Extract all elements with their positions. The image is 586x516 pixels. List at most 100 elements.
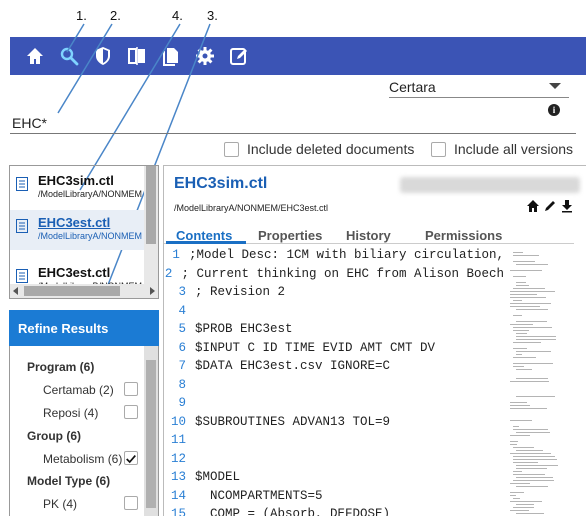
callout-number-1: 1.: [76, 8, 87, 23]
minimap-line: [513, 429, 548, 430]
code-line: 4: [164, 304, 504, 323]
scrollbar-thumb[interactable]: [146, 166, 156, 244]
search-input[interactable]: [10, 112, 576, 134]
edit-button[interactable]: [222, 39, 256, 73]
scrollbar-thumb[interactable]: [24, 286, 120, 296]
minimap-line: [510, 291, 555, 292]
line-number: 5: [178, 322, 186, 336]
minimap-line: [513, 288, 545, 289]
include-versions-label: Include all versions: [454, 141, 574, 157]
facet-checkbox-metabolism[interactable]: [124, 451, 138, 465]
minimap-line: [510, 495, 516, 496]
callout-number-2: 2.: [110, 8, 121, 23]
code-minimap[interactable]: [506, 248, 576, 516]
document-date-blurred: [400, 177, 580, 193]
line-content: $SUBROUTINES ADVAN13 TOL=9: [195, 414, 391, 429]
minimap-line: [510, 435, 530, 436]
minimap-line: [510, 492, 524, 493]
minimap-line: [513, 459, 557, 460]
minimap-line: [513, 426, 519, 427]
facet-group-model-type: Model Type (6): [27, 474, 111, 488]
code-line: 6 $INPUT C ID TIME EVID AMT CMT DV: [164, 341, 504, 360]
scroll-right-icon[interactable]: [150, 287, 155, 295]
document-path: /ModelLibraryA/NONMEM/EHC3est.ctl: [174, 203, 329, 213]
code-line: 14 NCOMPARTMENTS=5: [164, 489, 504, 508]
code-line: 10 $SUBROUTINES ADVAN13 TOL=9: [164, 415, 504, 434]
line-number: 1: [172, 248, 180, 262]
scroll-left-icon[interactable]: [13, 287, 18, 295]
refine-scrollbar[interactable]: [144, 346, 158, 516]
include-deleted-option[interactable]: Include deleted documents: [224, 141, 414, 157]
include-deleted-checkbox[interactable]: [224, 141, 239, 157]
pencil-icon[interactable]: [543, 199, 557, 213]
facet-checkbox-reposi[interactable]: [124, 405, 138, 419]
minimap-line: [510, 324, 533, 325]
minimap-line: [513, 330, 529, 331]
line-content: NCOMPARTMENTS=5: [195, 488, 323, 503]
scrollbar-thumb[interactable]: [146, 360, 156, 508]
minimap-line: [516, 351, 551, 352]
minimap-line: [510, 453, 551, 454]
minimap-line: [516, 333, 527, 334]
minimap-line: [516, 336, 556, 337]
results-vertical-scrollbar[interactable]: [144, 166, 158, 284]
facet-option-reposi: Reposi (4): [43, 406, 99, 420]
minimap-line: [516, 477, 553, 478]
minimap-line: [513, 342, 541, 343]
minimap-line: [510, 444, 517, 445]
code-line: 2 ; Current thinking on EHC from Alison B…: [164, 267, 504, 286]
result-title: EHC3sim.ctl: [38, 173, 114, 188]
copy-button[interactable]: [154, 39, 188, 73]
minimap-line: [516, 354, 522, 355]
minimap-line: [516, 450, 543, 451]
tab-properties[interactable]: Properties: [258, 228, 322, 243]
code-line: 1 ;Model Desc: 1CM with biliary circulati…: [164, 248, 504, 267]
facet-option-metabolism: Metabolism (6): [43, 452, 123, 466]
search-icon: [60, 47, 79, 66]
include-versions-option[interactable]: Include all versions: [431, 141, 573, 157]
compare-button[interactable]: [120, 39, 154, 73]
line-content: $PROB EHC3est: [195, 322, 293, 336]
checkmark-icon: [126, 455, 136, 464]
minimap-line: [516, 396, 555, 397]
document-actions: [526, 199, 574, 213]
minimap-line: [516, 513, 544, 514]
minimap-line: [510, 405, 530, 406]
minimap-line: [513, 261, 535, 262]
code-line: 7 $DATA EHC3est.csv IGNORE=C: [164, 359, 504, 378]
result-item-selected[interactable]: EHC3est.ctl /ModelLibraryA/NONMEM: [10, 210, 145, 250]
repository-select[interactable]: Certara: [389, 76, 569, 98]
line-number: 13: [170, 470, 186, 484]
line-number: 3: [178, 285, 186, 299]
tab-history[interactable]: History: [346, 228, 391, 243]
search-button[interactable]: [52, 39, 86, 73]
minimap-line: [516, 321, 547, 322]
minimap-line: [513, 447, 534, 448]
copy-icon: [163, 48, 178, 66]
facet-option-pk: PK (4): [43, 497, 78, 511]
line-content: $INPUT C ID TIME EVID AMT CMT DV: [195, 340, 436, 355]
facet-checkbox-certamab[interactable]: [124, 382, 138, 396]
minimap-line: [510, 270, 542, 271]
line-number: 8: [178, 377, 186, 392]
chevron-down-icon: [549, 83, 561, 89]
refine-results-header[interactable]: Refine Results: [9, 310, 159, 346]
settings-button[interactable]: [188, 39, 222, 73]
shield-button[interactable]: [86, 39, 120, 73]
code-editor[interactable]: 1 ;Model Desc: 1CM with biliary circulati…: [164, 248, 504, 516]
result-item[interactable]: EHC3sim.ctl /ModelLibraryA/NONMEM: [10, 168, 145, 208]
download-icon[interactable]: [560, 199, 574, 213]
home-icon[interactable]: [526, 199, 540, 213]
include-versions-checkbox[interactable]: [431, 141, 446, 157]
search-results-list: EHC3sim.ctl /ModelLibraryA/NONMEM EHC3es…: [9, 165, 159, 299]
gear-icon: [196, 47, 214, 65]
results-horizontal-scrollbar[interactable]: [10, 284, 158, 298]
minimap-line: [510, 420, 532, 421]
minimap-line: [513, 348, 527, 349]
code-line: 15 COMP = (Absorb, DEFDOSE): [164, 507, 504, 516]
tab-permissions[interactable]: Permissions: [425, 228, 502, 243]
facet-checkbox-pk[interactable]: [124, 496, 138, 510]
line-number: 10: [170, 414, 186, 429]
line-number: 4: [178, 303, 186, 318]
home-button[interactable]: [18, 39, 52, 73]
